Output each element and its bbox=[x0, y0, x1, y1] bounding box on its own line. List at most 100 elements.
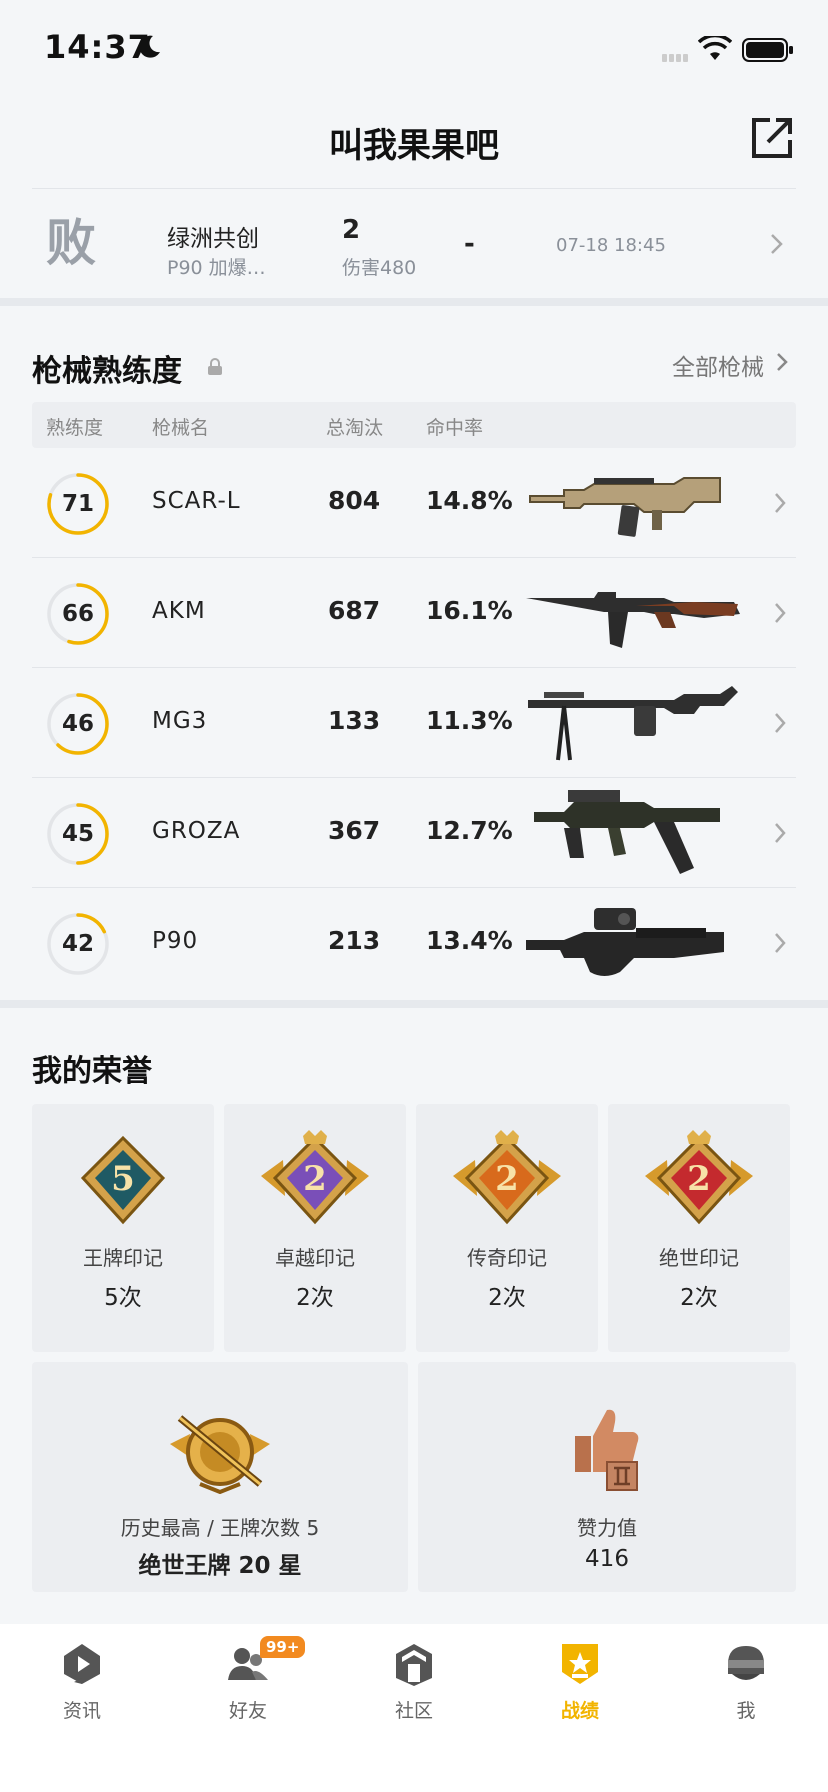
weapon-kills: 367 bbox=[328, 816, 381, 845]
recent-match-row[interactable]: 败 绿洲共创 P90 加爆… 2 伤害480 - 07-18 18:45 bbox=[32, 188, 796, 298]
mark-label: 绝世印记 bbox=[659, 1246, 739, 1270]
chevron-right-icon bbox=[775, 933, 786, 953]
mark-badge-icon: 5 bbox=[80, 1135, 166, 1225]
mark-label: 传奇印记 bbox=[467, 1246, 547, 1270]
weapon-kills: 687 bbox=[328, 596, 381, 625]
honor-mark-card[interactable]: 5 王牌印记 5次 bbox=[32, 1104, 214, 1352]
weapon-kills: 804 bbox=[328, 486, 381, 515]
match-result-badge: 败 bbox=[42, 215, 100, 271]
match-damage: 伤害480 bbox=[342, 257, 417, 279]
tab-label: 社区 bbox=[394, 1700, 433, 1722]
mark-badge-number: 2 bbox=[495, 1159, 519, 1199]
weapon-row[interactable]: 42 P90 213 13.4% bbox=[32, 888, 796, 998]
mark-count: 2次 bbox=[680, 1285, 718, 1311]
proficiency-level: 71 bbox=[61, 491, 94, 517]
weapon-name: SCAR-L bbox=[152, 488, 241, 514]
tab-profile[interactable]: 我 bbox=[686, 1638, 806, 1748]
proficiency-level: 46 bbox=[61, 711, 94, 737]
tab-community[interactable]: 社区 bbox=[354, 1638, 474, 1748]
honor-mark-card[interactable]: 2 绝世印记 2次 bbox=[608, 1104, 790, 1352]
page-header: 叫我果果吧 bbox=[0, 100, 828, 188]
all-weapons-link[interactable]: 全部枪械 bbox=[672, 348, 764, 382]
history-label: 历史最高 / 王牌次数 5 bbox=[120, 1516, 320, 1540]
likes-label: 赞力值 bbox=[577, 1516, 637, 1540]
tab-label: 资讯 bbox=[62, 1700, 101, 1722]
match-rank: - bbox=[464, 229, 475, 259]
weapon-hit-rate: 16.1% bbox=[426, 596, 513, 625]
proficiency-level: 66 bbox=[61, 601, 94, 627]
mark-badge-icon: 2 bbox=[645, 1130, 753, 1225]
section-divider bbox=[0, 298, 828, 306]
weapon-hit-rate: 12.7% bbox=[426, 816, 513, 845]
weapon-hit-rate: 14.8% bbox=[426, 486, 513, 515]
section-divider bbox=[0, 1000, 828, 1008]
chevron-right-icon bbox=[771, 234, 783, 254]
weapon-row[interactable]: 45 GROZA 367 12.7% bbox=[32, 778, 796, 888]
wifi-icon bbox=[698, 36, 732, 60]
mark-label: 王牌印记 bbox=[83, 1246, 163, 1270]
section-title: 枪械熟练度 bbox=[32, 354, 182, 389]
status-bar: 14:37 bbox=[0, 0, 828, 100]
proficiency-level: 45 bbox=[61, 821, 94, 847]
mark-label: 卓越印记 bbox=[275, 1246, 355, 1270]
bottom-tab-bar: 资讯 99+ 好友 社区 战绩 我 bbox=[0, 1624, 828, 1792]
mark-badge-icon: 2 bbox=[261, 1130, 369, 1225]
community-icon bbox=[396, 1644, 432, 1686]
chevron-right-icon bbox=[775, 603, 786, 623]
col-hit-rate: 命中率 bbox=[426, 417, 484, 439]
record-icon bbox=[562, 1644, 598, 1684]
news-icon bbox=[64, 1644, 100, 1684]
match-kills: 2 bbox=[342, 215, 361, 245]
chevron-right-icon bbox=[775, 493, 786, 513]
chevron-right-icon bbox=[777, 353, 788, 371]
weapon-row[interactable]: 71 SCAR-L 804 14.8% bbox=[32, 448, 796, 558]
match-map: 绿洲共创 bbox=[167, 226, 259, 252]
weapon-image bbox=[524, 898, 744, 988]
weapon-kills: 213 bbox=[328, 926, 381, 955]
weapon-table-header: 熟练度 枪械名 总淘汰 命中率 bbox=[32, 402, 796, 448]
likes-card[interactable]: 赞力值 416 bbox=[418, 1362, 796, 1592]
mark-count: 5次 bbox=[104, 1285, 142, 1311]
tab-label: 我 bbox=[736, 1700, 756, 1722]
weapon-name: P90 bbox=[152, 928, 199, 954]
share-icon[interactable] bbox=[750, 116, 794, 160]
signal-icon bbox=[662, 54, 688, 62]
weapon-row[interactable]: 46 MG3 133 11.3% bbox=[32, 668, 796, 778]
section-title: 我的荣誉 bbox=[32, 1054, 152, 1089]
weapon-name: AKM bbox=[152, 598, 206, 624]
weapon-image bbox=[524, 568, 744, 658]
weapon-name: GROZA bbox=[152, 818, 241, 844]
weapon-row[interactable]: 66 AKM 687 16.1% bbox=[32, 558, 796, 668]
thumbs-up-icon bbox=[575, 1409, 639, 1491]
weapon-image bbox=[524, 458, 744, 548]
weapon-name: MG3 bbox=[152, 708, 208, 734]
tab-news[interactable]: 资讯 bbox=[22, 1638, 142, 1748]
history-best-card[interactable]: 历史最高 / 王牌次数 5 绝世王牌 20 星 bbox=[32, 1362, 408, 1592]
honors-section: 我的荣誉 5 王牌印记 5次 2 卓越印记 2次 2 传奇印记 2次 2 绝世印记 2次 历史最高 /… bbox=[0, 1008, 828, 1608]
weapon-kills: 133 bbox=[328, 706, 381, 735]
tab-friends[interactable]: 99+ 好友 bbox=[188, 1636, 308, 1748]
weapon-image bbox=[524, 788, 744, 878]
honor-mark-card[interactable]: 2 传奇印记 2次 bbox=[416, 1104, 598, 1352]
weapon-hit-rate: 13.4% bbox=[426, 926, 513, 955]
mark-badge-number: 5 bbox=[111, 1159, 135, 1199]
history-value: 绝世王牌 20 星 bbox=[138, 1553, 302, 1579]
chevron-right-icon bbox=[775, 713, 786, 733]
weapon-proficiency-section: 枪械熟练度 全部枪械 熟练度 枪械名 总淘汰 命中率 71 SCAR-L 804 14… bbox=[0, 306, 828, 1000]
mark-badge-icon: 2 bbox=[453, 1130, 561, 1225]
col-weapon-name: 枪械名 bbox=[152, 417, 210, 439]
tab-label: 好友 bbox=[228, 1700, 267, 1722]
battery-icon bbox=[742, 38, 793, 62]
weapon-hit-rate: 11.3% bbox=[426, 706, 513, 735]
proficiency-level: 42 bbox=[61, 931, 94, 957]
lock-icon bbox=[208, 358, 222, 375]
friends-count-badge: 99+ bbox=[260, 1636, 306, 1658]
match-time: 07-18 18:45 bbox=[556, 235, 666, 256]
ace-tier-badge-icon bbox=[170, 1415, 270, 1494]
honor-mark-card[interactable]: 2 卓越印记 2次 bbox=[224, 1104, 406, 1352]
tab-record[interactable]: 战绩 bbox=[520, 1638, 640, 1748]
chevron-right-icon bbox=[775, 823, 786, 843]
moon-icon bbox=[139, 35, 160, 58]
col-proficiency: 熟练度 bbox=[46, 417, 104, 439]
col-kills: 总淘汰 bbox=[326, 417, 384, 439]
